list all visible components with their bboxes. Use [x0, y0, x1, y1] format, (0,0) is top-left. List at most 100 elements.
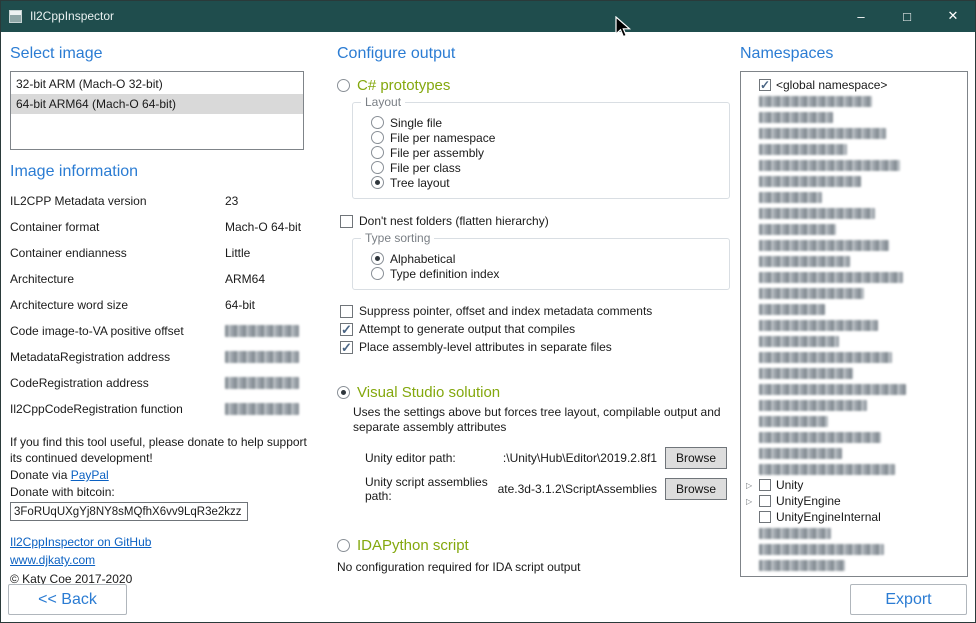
- redacted-namespace: [759, 240, 889, 251]
- paypal-link[interactable]: PayPal: [71, 468, 109, 482]
- output-checkbox-label: Suppress pointer, offset and index metad…: [359, 304, 652, 318]
- namespace-item[interactable]: <global namespace>: [746, 77, 964, 93]
- flatten-label: Don't nest folders (flatten hierarchy): [359, 214, 549, 228]
- namespace-item: [746, 541, 964, 557]
- github-link[interactable]: Il2CppInspector on GitHub: [10, 535, 304, 549]
- output-checkboxes: Suppress pointer, offset and index metad…: [337, 302, 732, 356]
- redacted-namespace: [759, 544, 884, 555]
- namespace-checkbox[interactable]: [759, 511, 771, 523]
- close-button[interactable]: ✕: [930, 0, 976, 32]
- minimize-button[interactable]: –: [838, 0, 884, 32]
- maximize-button[interactable]: □: [884, 0, 930, 32]
- namespace-item: [746, 157, 964, 173]
- unity-script-path-value[interactable]: ate.3d-3.1.2\ScriptAssemblies: [498, 482, 657, 496]
- image-list-item[interactable]: 32-bit ARM (Mach-O 32-bit): [11, 74, 303, 94]
- browse-script-button[interactable]: Browse: [665, 478, 727, 500]
- ida-label: IDAPython script: [357, 537, 469, 554]
- image-info-row: CodeRegistration address: [10, 370, 304, 396]
- redacted-namespace: [759, 128, 886, 139]
- checkbox-icon: [340, 215, 353, 228]
- checkbox-icon: [340, 323, 353, 336]
- namespace-item: [746, 333, 964, 349]
- browse-editor-button[interactable]: Browse: [665, 447, 727, 469]
- type-sorting-option-label: Alphabetical: [390, 252, 455, 266]
- namespace-item: [746, 93, 964, 109]
- namespace-checkbox[interactable]: [759, 79, 771, 91]
- layout-option[interactable]: Single file: [371, 115, 729, 130]
- radio-icon: [371, 146, 384, 159]
- namespaces-panel: Namespaces <global namespace>▷Unity▷Unit…: [740, 32, 968, 577]
- radio-icon: [371, 176, 384, 189]
- select-image-title: Select image: [10, 45, 304, 63]
- type-sorting-option[interactable]: Type definition index: [371, 266, 729, 281]
- radio-icon: [371, 131, 384, 144]
- layout-groupbox: Layout Single fileFile per namespaceFile…: [352, 102, 730, 199]
- bitcoin-address-input[interactable]: [10, 502, 248, 521]
- redacted-namespace: [759, 528, 831, 539]
- checkbox-icon: [340, 341, 353, 354]
- back-button[interactable]: << Back: [8, 584, 127, 615]
- radio-icon: [371, 252, 384, 265]
- csharp-radio[interactable]: C# prototypes: [337, 77, 732, 94]
- redacted-namespace: [759, 416, 828, 427]
- namespace-label: <global namespace>: [776, 78, 887, 92]
- image-list-item[interactable]: 64-bit ARM64 (Mach-O 64-bit): [11, 94, 303, 114]
- namespace-label: UnityEngine: [776, 494, 841, 508]
- redacted-namespace: [759, 96, 872, 107]
- image-listbox[interactable]: 32-bit ARM (Mach-O 32-bit)64-bit ARM64 (…: [10, 71, 304, 150]
- namespace-item[interactable]: ▷ UnityEngine: [746, 493, 964, 509]
- image-info-row: ArchitectureARM64: [10, 266, 304, 292]
- namespace-item[interactable]: ▷Unity: [746, 477, 964, 493]
- namespace-item: [746, 189, 964, 205]
- image-info-value: 23: [225, 194, 238, 208]
- output-checkbox[interactable]: Attempt to generate output that compiles: [340, 320, 732, 338]
- vs-radio[interactable]: Visual Studio solution: [337, 384, 732, 401]
- namespace-label: UnityEngineInternal: [776, 510, 881, 524]
- layout-option-label: Single file: [390, 116, 442, 130]
- ida-radio[interactable]: IDAPython script: [337, 537, 732, 554]
- layout-option[interactable]: Tree layout: [371, 175, 729, 190]
- type-sorting-option-label: Type definition index: [390, 267, 499, 281]
- image-info-row: Il2CppCodeRegistration function: [10, 396, 304, 422]
- namespace-item: [746, 237, 964, 253]
- donate-paypal-line: Donate via PayPal: [10, 467, 304, 483]
- type-sorting-option[interactable]: Alphabetical: [371, 251, 729, 266]
- namespace-list[interactable]: <global namespace>▷Unity▷UnityEngineUnit…: [740, 71, 968, 577]
- export-button[interactable]: Export: [850, 584, 967, 615]
- namespace-item: [746, 349, 964, 365]
- output-checkbox[interactable]: Suppress pointer, offset and index metad…: [340, 302, 732, 320]
- unity-editor-path-value[interactable]: :\Unity\Hub\Editor\2019.2.8f1: [503, 451, 657, 465]
- titlebar: Il2CppInspector – □ ✕: [0, 0, 976, 32]
- window-title: Il2CppInspector: [30, 9, 114, 23]
- radio-icon: [337, 386, 350, 399]
- image-info-row: Container formatMach-O 64-bit: [10, 214, 304, 240]
- donate-via-text: Donate via: [10, 468, 71, 482]
- djkaty-link[interactable]: www.djkaty.com: [10, 553, 304, 567]
- radio-icon: [337, 539, 350, 552]
- image-info-label: Container endianness: [10, 246, 225, 260]
- redacted-namespace: [759, 336, 839, 347]
- radio-icon: [371, 267, 384, 280]
- namespace-item: [746, 445, 964, 461]
- namespace-item[interactable]: UnityEngineInternal: [746, 509, 964, 525]
- unity-editor-path-row: Unity editor path: :\Unity\Hub\Editor\20…: [365, 447, 727, 469]
- layout-option[interactable]: File per assembly: [371, 145, 729, 160]
- image-info-label: MetadataRegistration address: [10, 350, 225, 364]
- namespace-item: [746, 221, 964, 237]
- output-checkbox[interactable]: Place assembly-level attributes in separ…: [340, 338, 732, 356]
- redacted-namespace: [759, 272, 903, 283]
- layout-options: Single fileFile per namespaceFile per as…: [371, 115, 729, 190]
- namespace-checkbox[interactable]: [759, 495, 771, 507]
- layout-option[interactable]: File per namespace: [371, 130, 729, 145]
- layout-option[interactable]: File per class: [371, 160, 729, 175]
- output-checkbox-label: Attempt to generate output that compiles: [359, 322, 575, 336]
- redacted-namespace: [759, 208, 875, 219]
- flatten-checkbox[interactable]: Don't nest folders (flatten hierarchy): [340, 214, 732, 228]
- image-info-row: Container endiannessLittle: [10, 240, 304, 266]
- expander-icon[interactable]: ▷: [746, 495, 759, 508]
- image-info-row: Architecture word size64-bit: [10, 292, 304, 318]
- expander-icon[interactable]: ▷: [746, 479, 759, 492]
- redacted-value: [225, 403, 299, 415]
- namespace-checkbox[interactable]: [759, 479, 771, 491]
- redacted-namespace: [759, 160, 900, 171]
